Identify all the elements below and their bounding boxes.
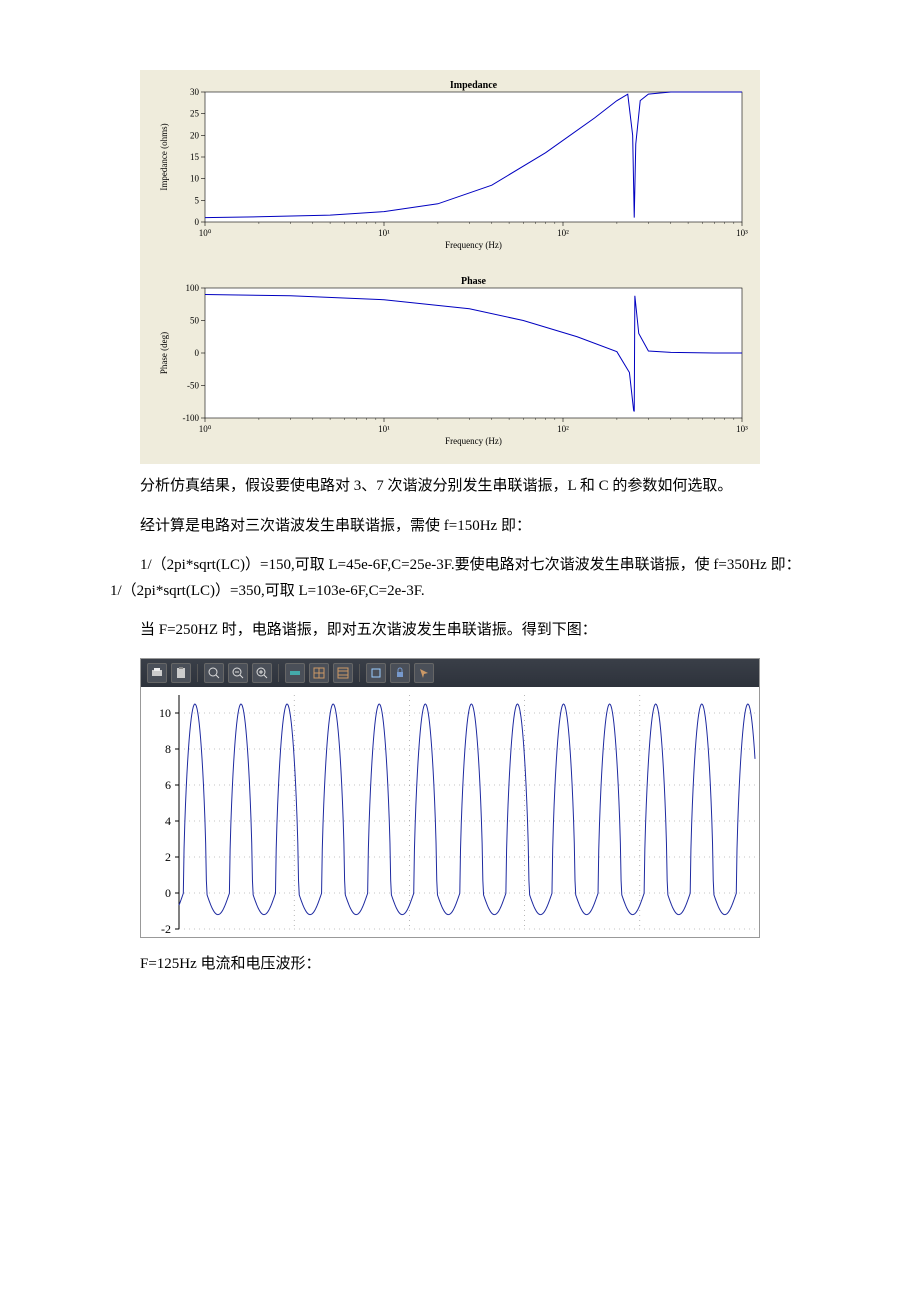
svg-text:Impedance (ohms): Impedance (ohms) [159, 123, 169, 190]
svg-text:10⁰: 10⁰ [199, 424, 212, 434]
svg-text:0: 0 [195, 217, 200, 227]
lock-icon[interactable] [390, 663, 410, 683]
bode-plot-svg: 10⁰ 10¹ 10² 10³ 0 5 10 15 20 25 30 Impedance Frequen… [150, 78, 750, 458]
zoom-in-icon[interactable] [204, 663, 224, 683]
svg-text:-50: -50 [187, 381, 199, 391]
svg-text:10: 10 [159, 706, 171, 720]
grid-icon[interactable] [309, 663, 329, 683]
svg-text:0: 0 [165, 886, 171, 900]
svg-text:30: 30 [190, 87, 200, 97]
print-icon[interactable] [147, 663, 167, 683]
svg-text:Phase (deg): Phase (deg) [159, 332, 169, 374]
svg-text:10: 10 [190, 174, 200, 184]
svg-text:Phase: Phase [461, 276, 487, 287]
svg-text:100: 100 [186, 283, 200, 293]
zoom-out-icon[interactable] [228, 663, 248, 683]
paragraph-calc-detail: 1/（2pi*sqrt(LC)）=150,可取 L=45e-6F,C=25e-3… [110, 553, 810, 604]
svg-text:2: 2 [165, 850, 171, 864]
svg-text:20: 20 [190, 130, 200, 140]
paragraph-250hz: 当 F=250HZ 时，电路谐振，即对五次谐波发生串联谐振。得到下图： [110, 618, 810, 644]
scope-plot-area: -2 0 2 4 6 8 10 [141, 687, 759, 937]
svg-text:-100: -100 [183, 413, 200, 423]
scope-svg: -2 0 2 4 6 8 10 [141, 687, 759, 937]
oscilloscope-figure: -2 0 2 4 6 8 10 [140, 658, 760, 938]
svg-text:10²: 10² [557, 424, 569, 434]
svg-text:15: 15 [190, 152, 200, 162]
svg-text:10¹: 10¹ [378, 228, 390, 238]
svg-text:5: 5 [195, 195, 200, 205]
bode-plot-figure: 10⁰ 10¹ 10² 10³ 0 5 10 15 20 25 30 Impedance Frequen… [140, 70, 760, 464]
svg-text:Frequency (Hz): Frequency (Hz) [445, 240, 502, 250]
svg-text:10⁰: 10⁰ [199, 228, 212, 238]
toolbar-separator [359, 664, 360, 682]
svg-text:10³: 10³ [736, 228, 748, 238]
scope-toolbar [141, 659, 759, 687]
paragraph-analysis: 分析仿真结果，假设要使电路对 3、7 次谐波分别发生串联谐振，L 和 C 的参数… [110, 474, 810, 500]
clipboard-icon[interactable] [171, 663, 191, 683]
svg-text:25: 25 [190, 109, 200, 119]
svg-text:Impedance: Impedance [450, 80, 498, 91]
float-icon[interactable] [366, 663, 386, 683]
paragraph-calc-intro: 经计算是电路对三次谐波发生串联谐振，需使 f=150Hz 即： [110, 514, 810, 540]
svg-text:10²: 10² [557, 228, 569, 238]
svg-text:6: 6 [165, 778, 171, 792]
svg-text:10³: 10³ [736, 424, 748, 434]
grid2-icon[interactable] [333, 663, 353, 683]
toolbar-separator [197, 664, 198, 682]
toolbar-separator [278, 664, 279, 682]
svg-text:-2: -2 [161, 922, 171, 936]
svg-text:10¹: 10¹ [378, 424, 390, 434]
svg-text:50: 50 [190, 316, 200, 326]
ruler-icon[interactable] [285, 663, 305, 683]
svg-text:0: 0 [195, 348, 200, 358]
zoom-reset-icon[interactable] [252, 663, 272, 683]
paragraph-125hz: F=125Hz 电流和电压波形： [110, 952, 810, 978]
cursor-icon[interactable] [414, 663, 434, 683]
svg-text:4: 4 [165, 814, 171, 828]
svg-text:8: 8 [165, 742, 171, 756]
svg-text:Frequency (Hz): Frequency (Hz) [445, 436, 502, 446]
